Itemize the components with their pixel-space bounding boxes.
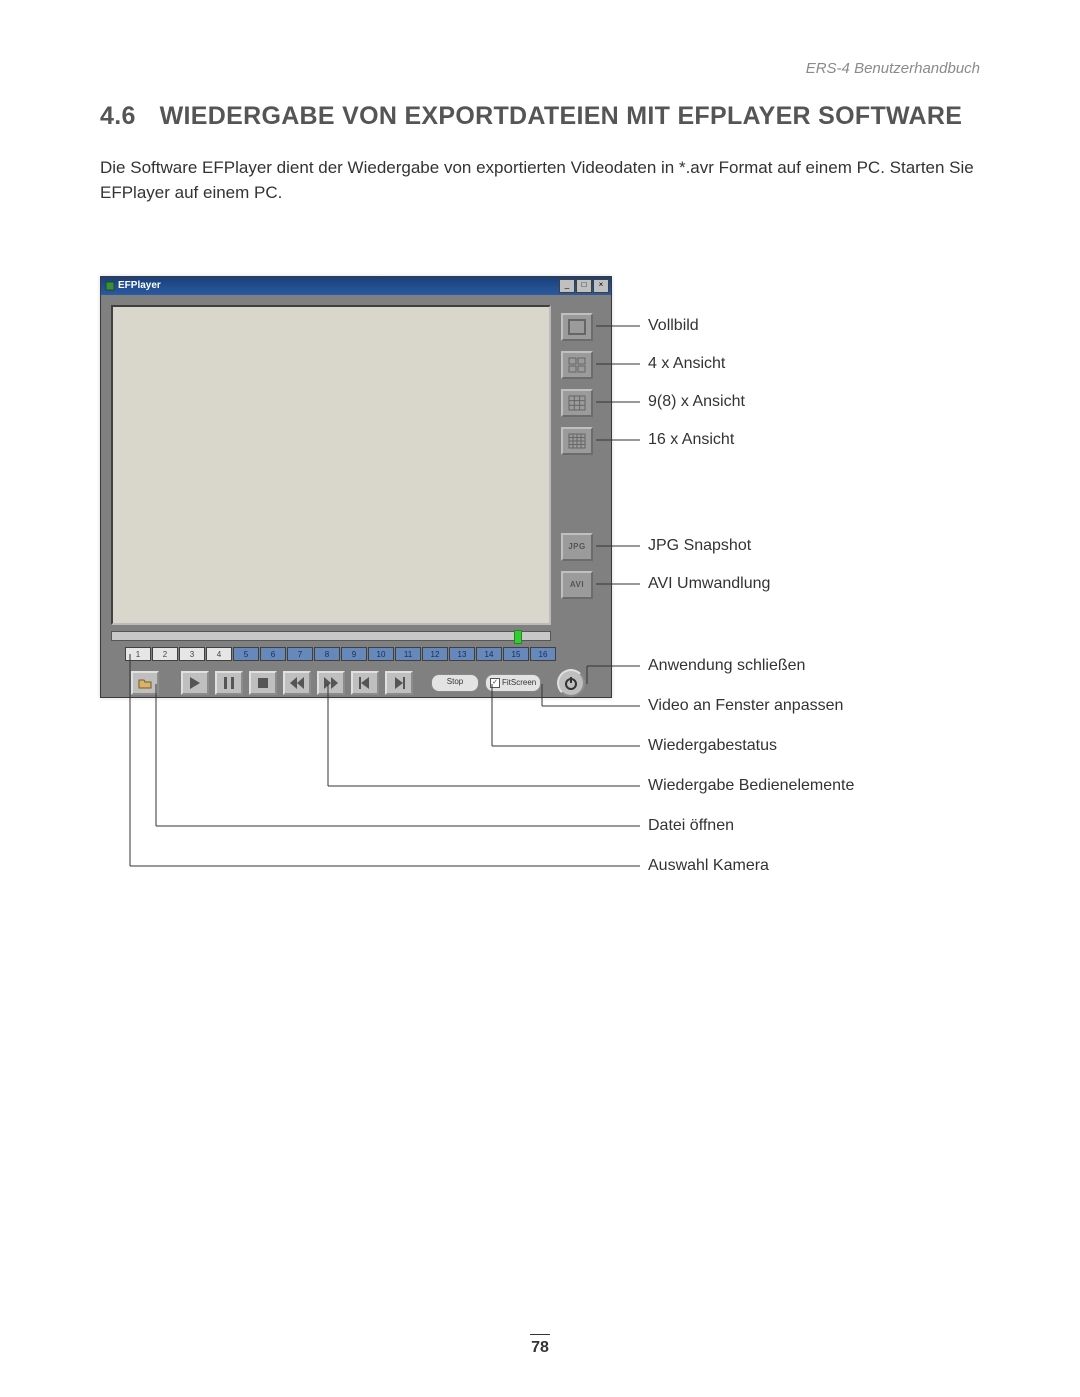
step-forward-icon	[393, 677, 405, 689]
page-number: 78	[0, 1334, 1080, 1357]
body-paragraph: Die Software EFPlayer dient der Wiederga…	[100, 156, 980, 205]
play-button[interactable]	[181, 671, 209, 695]
camera-row: 1 2 3 4 5 6 7 8 9 10 11 12 13 14 15 16	[125, 647, 556, 661]
folder-open-icon	[138, 677, 152, 689]
rewind-button[interactable]	[283, 671, 311, 695]
fullscreen-icon	[568, 319, 586, 335]
title-bar: EFPlayer _ □ ×	[101, 277, 611, 295]
pause-button[interactable]	[215, 671, 243, 695]
camera-tab-10[interactable]: 10	[368, 647, 394, 661]
label-open: Datei öffnen	[648, 817, 734, 835]
seek-thumb[interactable]	[514, 630, 522, 644]
power-icon	[564, 676, 578, 690]
label-jpg: JPG Snapshot	[648, 537, 751, 555]
camera-tab-14[interactable]: 14	[476, 647, 502, 661]
pause-icon	[224, 677, 234, 689]
camera-tab-4[interactable]: 4	[206, 647, 232, 661]
step-back-button[interactable]	[351, 671, 379, 695]
annotated-screenshot: EFPlayer _ □ × 1 2 3 4 5 6 7	[100, 276, 980, 976]
four-view-button[interactable]	[561, 351, 593, 379]
camera-tab-11[interactable]: 11	[395, 647, 421, 661]
camera-tab-8[interactable]: 8	[314, 647, 340, 661]
sixteen-view-button[interactable]	[561, 427, 593, 455]
camera-tab-15[interactable]: 15	[503, 647, 529, 661]
fit-screen-label: FitScreen	[502, 678, 536, 687]
minimize-button[interactable]: _	[559, 279, 575, 293]
fit-screen-checkbox[interactable]: ✓	[490, 678, 500, 688]
camera-tab-5[interactable]: 5	[233, 647, 259, 661]
label-fullscreen: Vollbild	[648, 317, 699, 335]
label-fit: Video an Fenster anpassen	[648, 697, 843, 715]
grid-3x3-icon	[568, 395, 586, 411]
camera-tab-13[interactable]: 13	[449, 647, 475, 661]
camera-tab-16[interactable]: 16	[530, 647, 556, 661]
grid-2x2-icon	[568, 357, 586, 373]
camera-tab-7[interactable]: 7	[287, 647, 313, 661]
page-number-value: 78	[531, 1339, 549, 1356]
fit-screen-toggle[interactable]: ✓ FitScreen	[485, 674, 541, 692]
camera-tab-12[interactable]: 12	[422, 647, 448, 661]
rewind-icon	[290, 677, 304, 689]
camera-tab-2[interactable]: 2	[152, 647, 178, 661]
playback-status: Stop	[431, 674, 479, 692]
fast-forward-button[interactable]	[317, 671, 345, 695]
close-window-button[interactable]: ×	[593, 279, 609, 293]
doc-header: ERS-4 Benutzerhandbuch	[100, 60, 980, 77]
nine-view-button[interactable]	[561, 389, 593, 417]
play-icon	[190, 677, 200, 689]
close-app-button[interactable]	[557, 669, 585, 697]
camera-tab-6[interactable]: 6	[260, 647, 286, 661]
control-bar: Stop ✓ FitScreen	[131, 669, 585, 697]
section-heading: WIEDERGABE VON EXPORTDATEIEN MIT EFPLAYE…	[160, 102, 963, 130]
label-16view: 16 x Ansicht	[648, 431, 734, 449]
camera-tab-3[interactable]: 3	[179, 647, 205, 661]
label-9view: 9(8) x Ansicht	[648, 393, 745, 411]
label-camera: Auswahl Kamera	[648, 857, 769, 875]
label-4view: 4 x Ansicht	[648, 355, 725, 373]
step-back-icon	[359, 677, 371, 689]
section-title: 4.6 WIEDERGABE VON EXPORTDATEIEN MIT EFPL…	[100, 101, 980, 132]
efplayer-window: EFPlayer _ □ × 1 2 3 4 5 6 7	[100, 276, 612, 698]
camera-tab-1[interactable]: 1	[125, 647, 151, 661]
seek-bar[interactable]	[111, 631, 551, 641]
open-file-button[interactable]	[131, 671, 159, 695]
stop-icon	[258, 678, 268, 688]
label-playback: Wiedergabe Bedienelemente	[648, 777, 854, 795]
maximize-button[interactable]: □	[576, 279, 592, 293]
avi-convert-button[interactable]: AVI	[561, 571, 593, 599]
fullscreen-view-button[interactable]	[561, 313, 593, 341]
camera-tab-9[interactable]: 9	[341, 647, 367, 661]
window-title: EFPlayer	[118, 280, 558, 291]
section-number: 4.6	[100, 102, 136, 130]
step-forward-button[interactable]	[385, 671, 413, 695]
client-area: 1 2 3 4 5 6 7 8 9 10 11 12 13 14 15 16	[101, 295, 611, 697]
grid-4x4-icon	[568, 433, 586, 449]
label-avi: AVI Umwandlung	[648, 575, 770, 593]
label-status: Wiedergabestatus	[648, 737, 777, 755]
video-area	[111, 305, 551, 625]
jpg-snapshot-button[interactable]: JPG	[561, 533, 593, 561]
label-close: Anwendung schließen	[648, 657, 805, 675]
fast-forward-icon	[324, 677, 338, 689]
stop-button[interactable]	[249, 671, 277, 695]
app-icon	[105, 281, 115, 291]
